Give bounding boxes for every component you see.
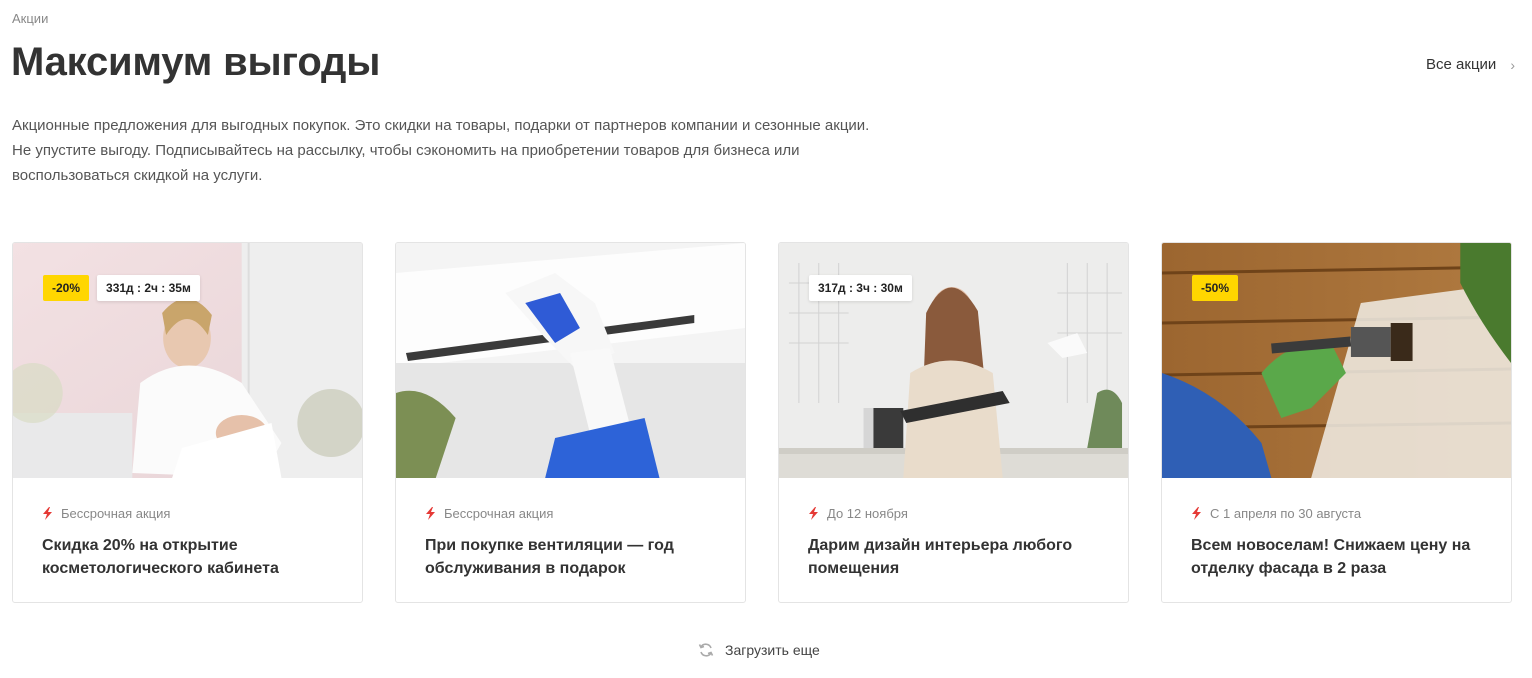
lightning-icon [809,506,818,520]
promotion-period-text: С 1 апреля по 30 августа [1210,505,1362,521]
promotion-card-ventilation[interactable]: Бессрочная акция При покупке вентиляции … [395,242,746,603]
refresh-icon [698,643,714,657]
load-more-label: Загрузить еще [725,642,820,658]
promotion-period-text: Бессрочная акция [61,505,171,521]
promotion-image: -20% 331д : 2ч : 35м [13,243,362,478]
promotion-period: Бессрочная акция [42,505,334,521]
promotion-title-line: Всем новоселам! Снижаем цену на [1191,537,1471,554]
promotion-title-line: обслуживания в подарок [425,560,626,577]
load-more-button[interactable]: Загрузить еще [698,642,820,658]
promotion-image: 317д : 3ч : 30м [779,243,1128,478]
card-badges: -50% [1192,275,1239,301]
page-title: Максимум выгоды [11,40,381,84]
promotion-period-text: До 12 ноября [827,505,908,521]
promotions-list: -20% 331д : 2ч : 35м Бессрочная акция Ск… [12,242,1512,603]
promotion-image: -50% [1162,243,1511,478]
intro-line: Акционные предложения для выгодных покуп… [12,117,870,134]
discount-badge: -20% [43,275,90,301]
all-promotions-link[interactable]: Все акции › [1426,56,1515,73]
promotion-image [396,243,745,478]
countdown-timer: 317д : 3ч : 30м [809,275,912,301]
discount-badge: -50% [1192,275,1239,301]
all-promotions-label: Все акции [1426,56,1497,73]
lightning-icon [43,506,52,520]
promotion-title-line: отделку фасада в 2 раза [1191,560,1387,577]
card-badges: 317д : 3ч : 30м [809,275,912,301]
promotion-period-text: Бессрочная акция [444,505,554,521]
intro-line: Не упустите выгоду. Подписывайтесь на ра… [12,142,800,159]
promotion-title-line: Скидка 20% на открытие [42,537,238,554]
promotion-title-line: Дарим дизайн интерьера любого [808,537,1073,554]
lightning-icon [1192,506,1201,520]
promotion-title[interactable]: При покупке вентиляции — год обслуживани… [425,534,717,580]
promotion-card-facade[interactable]: -50% С 1 апреля по 30 августа Всем новос… [1161,242,1512,603]
intro-line: воспользоваться скидкой на услуги. [12,167,263,184]
breadcrumb[interactable]: Акции [12,11,48,26]
lightning-icon [426,506,435,520]
promotion-title-line: косметологического кабинета [42,560,279,577]
promotion-title[interactable]: Всем новоселам! Снижаем цену на отделку … [1191,534,1483,580]
promotion-title-line: При покупке вентиляции — год [425,537,674,554]
promotion-title[interactable]: Скидка 20% на открытие косметологическог… [42,534,334,580]
promotion-period: До 12 ноября [808,505,1100,521]
promotion-title-line: помещения [808,560,900,577]
intro-text: Акционные предложения для выгодных покуп… [12,113,1012,188]
countdown-timer: 331д : 2ч : 35м [97,275,200,301]
chevron-right-icon: › [1510,56,1515,73]
promotion-card-interior[interactable]: 317д : 3ч : 30м До 12 ноября Дарим дизай… [778,242,1129,603]
promotion-period: С 1 апреля по 30 августа [1191,505,1483,521]
card-badges: -20% 331д : 2ч : 35м [43,275,200,301]
air-conditioner-cleaning-photo [396,243,745,478]
promotion-period: Бессрочная акция [425,505,717,521]
promotion-card-cosmetology[interactable]: -20% 331д : 2ч : 35м Бессрочная акция Ск… [12,242,363,603]
promotion-title[interactable]: Дарим дизайн интерьера любого помещения [808,534,1100,580]
